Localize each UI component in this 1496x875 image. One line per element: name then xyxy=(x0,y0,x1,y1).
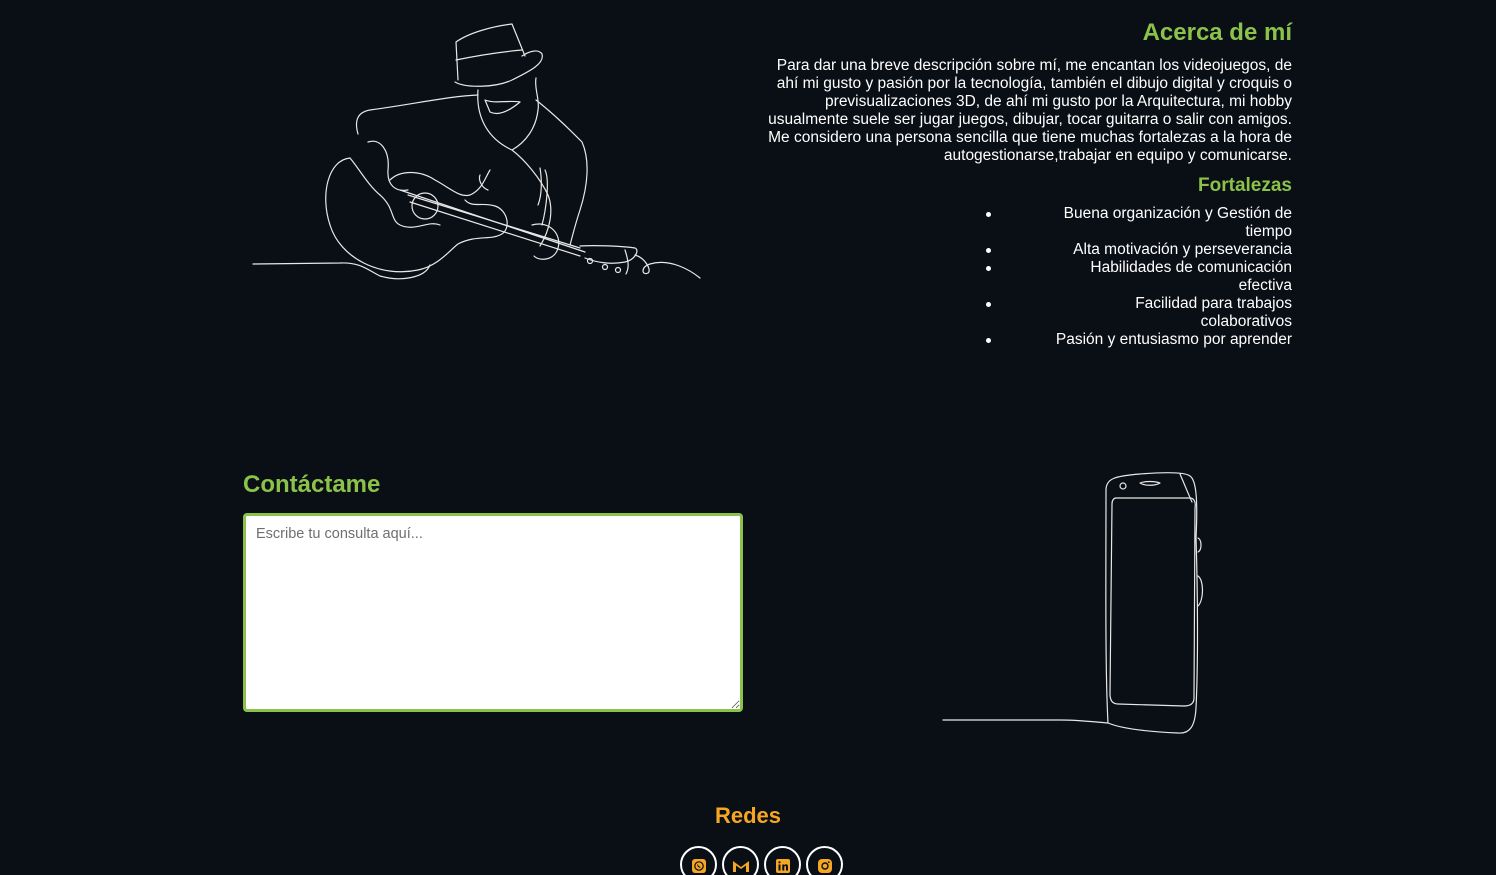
whatsapp-button[interactable] xyxy=(680,846,717,875)
contact-message-input[interactable] xyxy=(243,513,743,712)
guitarist-illustration xyxy=(252,23,701,280)
about-description: Para dar una breve descripción sobre mí,… xyxy=(768,57,1292,164)
about-section: Acerca de mí Para dar una breve descripc… xyxy=(752,18,1292,349)
contact-title: Contáctame xyxy=(243,471,381,498)
about-title: Acerca de mí xyxy=(1142,19,1292,46)
linkedin-button[interactable] xyxy=(764,846,801,875)
social-title: Redes xyxy=(714,803,782,828)
strengths-title: Fortalezas xyxy=(1198,175,1292,196)
page: Acerca de mí Para dar una breve descripc… xyxy=(0,0,1496,875)
whatsapp-icon xyxy=(691,859,706,873)
strength-item: Alta motivación y perseverancia xyxy=(752,241,1292,259)
phone-illustration xyxy=(942,472,1204,734)
instagram-icon xyxy=(817,859,832,873)
strength-item: Facilidad para trabajos colaborativos xyxy=(752,295,1292,331)
linkedin-icon xyxy=(775,859,790,873)
gmail-button[interactable] xyxy=(722,846,759,875)
gmail-icon xyxy=(732,861,749,872)
strength-item: Pasión y entusiasmo por aprender xyxy=(752,331,1292,349)
instagram-button[interactable] xyxy=(806,846,843,875)
strength-item: Habilidades de comunicación efectiva xyxy=(752,259,1292,295)
social-links xyxy=(680,846,843,875)
strength-item: Buena organización y Gestión de tiempo xyxy=(752,205,1292,241)
strengths-list: Buena organización y Gestión de tiempo A… xyxy=(752,205,1292,349)
